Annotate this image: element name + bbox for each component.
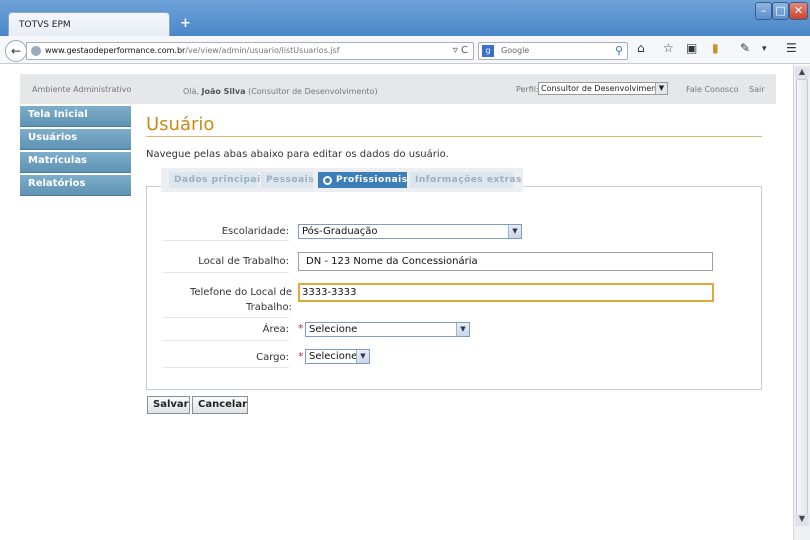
- scroll-down-icon[interactable]: ▼: [795, 514, 809, 526]
- scroll-up-icon[interactable]: ▲: [795, 67, 809, 79]
- tab-professional-label: Profissionais: [336, 175, 408, 185]
- row-divider: [163, 240, 289, 241]
- greeting: Olá, João Silva (Consultor de Desenvolvi…: [183, 87, 378, 96]
- row-divider: [163, 340, 289, 341]
- close-button[interactable]: ✕: [789, 2, 808, 20]
- telefone-input[interactable]: 3333-3333: [298, 283, 714, 302]
- menu-icon[interactable]: ☰: [786, 41, 797, 55]
- radio-icon: [323, 176, 332, 185]
- local-input[interactable]: DN - 123 Nome da Concessionária: [298, 252, 713, 271]
- url-path: /ve/view/admin/usuario/listUsuarios.jsf: [185, 46, 340, 55]
- required-mark: *: [298, 322, 304, 335]
- vertical-scrollbar[interactable]: ▲ ▼: [793, 65, 810, 540]
- profile-select[interactable]: Consultor de Desenvolvimento ▼: [538, 82, 668, 95]
- save-button[interactable]: Salvar: [147, 396, 190, 414]
- star-icon[interactable]: ☆: [663, 41, 674, 55]
- contact-link[interactable]: Fale Conosco: [686, 85, 738, 94]
- tab-professional[interactable]: Profissionais: [318, 172, 407, 188]
- environment-label: Ambiente Administrativo: [32, 85, 132, 94]
- address-bar[interactable]: www.gestaodeperformance.com.br/ve/view/a…: [26, 42, 474, 60]
- escolaridade-value: Pós-Graduação: [302, 226, 378, 237]
- scroll-thumb[interactable]: [796, 79, 808, 519]
- tab-extra-info[interactable]: Informações extras: [410, 172, 521, 188]
- profile-value: Consultor de Desenvolvimento: [541, 84, 665, 93]
- telefone-label-line1: Telefone do Local de: [189, 287, 292, 298]
- cancel-button[interactable]: Cancelar: [192, 396, 248, 414]
- tab-main-data[interactable]: Dados principais: [169, 172, 266, 188]
- required-mark: *: [298, 350, 304, 363]
- local-label: Local de Trabalho:: [198, 256, 289, 267]
- escolaridade-select[interactable]: Pós-Graduação ▼: [298, 224, 522, 239]
- tab-bar: Dados principais Pessoais Profissionais …: [161, 168, 523, 192]
- cargo-select[interactable]: Selecione ▼: [305, 349, 370, 364]
- home-icon[interactable]: ⌂: [637, 41, 645, 55]
- app-header: Ambiente Administrativo Olá, João Silva …: [20, 74, 776, 104]
- chevron-down-icon: ▼: [655, 83, 667, 94]
- user-role: (Consultor de Desenvolvimento): [248, 87, 378, 96]
- profile-label: Perfil:: [516, 85, 539, 94]
- sidebar-item-enrollments[interactable]: Matrículas: [20, 152, 131, 173]
- row-divider: [163, 272, 289, 273]
- chevron-down-icon: ▼: [508, 225, 521, 238]
- search-input[interactable]: g Google ⚲: [478, 42, 628, 60]
- url-domain: www.gestaodeperformance.com.br: [45, 46, 186, 55]
- search-icon[interactable]: ⚲: [615, 44, 623, 57]
- area-select[interactable]: Selecione ▼: [305, 322, 470, 337]
- globe-icon: [31, 46, 41, 56]
- sidebar-item-home[interactable]: Tela Inicial: [20, 106, 131, 127]
- escolaridade-label: Escolaridade:: [221, 226, 289, 237]
- addon-icon[interactable]: ✎: [740, 41, 750, 55]
- logout-link[interactable]: Sair: [749, 85, 765, 94]
- row-divider: [163, 317, 289, 318]
- tab-title: TOTVS EPM: [19, 20, 71, 30]
- telefone-label: Telefone do Local de Trabalho:: [163, 285, 292, 315]
- minimize-button[interactable]: –: [755, 2, 772, 20]
- maximize-button[interactable]: □: [772, 2, 789, 20]
- sidebar-menu: Tela Inicial Usuários Matrículas Relatór…: [20, 106, 131, 198]
- cargo-value: Selecione: [309, 351, 358, 362]
- back-icon[interactable]: ←: [5, 40, 27, 62]
- chevron-down-icon[interactable]: ▾: [762, 44, 767, 54]
- page-title: Usuário: [146, 114, 215, 135]
- title-divider: [146, 136, 762, 137]
- greeting-prefix: Olá,: [183, 87, 199, 96]
- area-value: Selecione: [309, 324, 358, 335]
- chevron-down-icon: ▼: [456, 323, 469, 336]
- chevron-down-icon: ▼: [356, 350, 369, 363]
- area-label: Área:: [262, 324, 289, 335]
- browser-tab[interactable]: TOTVS EPM: [8, 12, 170, 37]
- cargo-label: Cargo:: [256, 352, 289, 363]
- sidebar-item-reports[interactable]: Relatórios: [20, 175, 131, 196]
- reload-icon[interactable]: ▿ C: [453, 45, 468, 56]
- downloads-icon[interactable]: ▮: [712, 41, 719, 55]
- row-divider: [163, 367, 289, 368]
- tab-personal[interactable]: Pessoais: [261, 172, 314, 188]
- intro-text: Navegue pelas abas abaixo para editar os…: [146, 149, 449, 160]
- search-placeholder: Google: [501, 46, 530, 55]
- sidebar-item-users[interactable]: Usuários: [20, 129, 131, 150]
- telefone-label-line2: Trabalho:: [246, 302, 292, 313]
- bookmarks-icon[interactable]: ▣: [686, 41, 697, 55]
- window-titlebar: TOTVS EPM + – □ ✕: [0, 0, 810, 37]
- google-icon: g: [482, 45, 494, 57]
- user-name: João Silva: [201, 87, 246, 96]
- new-tab-button[interactable]: +: [180, 16, 191, 31]
